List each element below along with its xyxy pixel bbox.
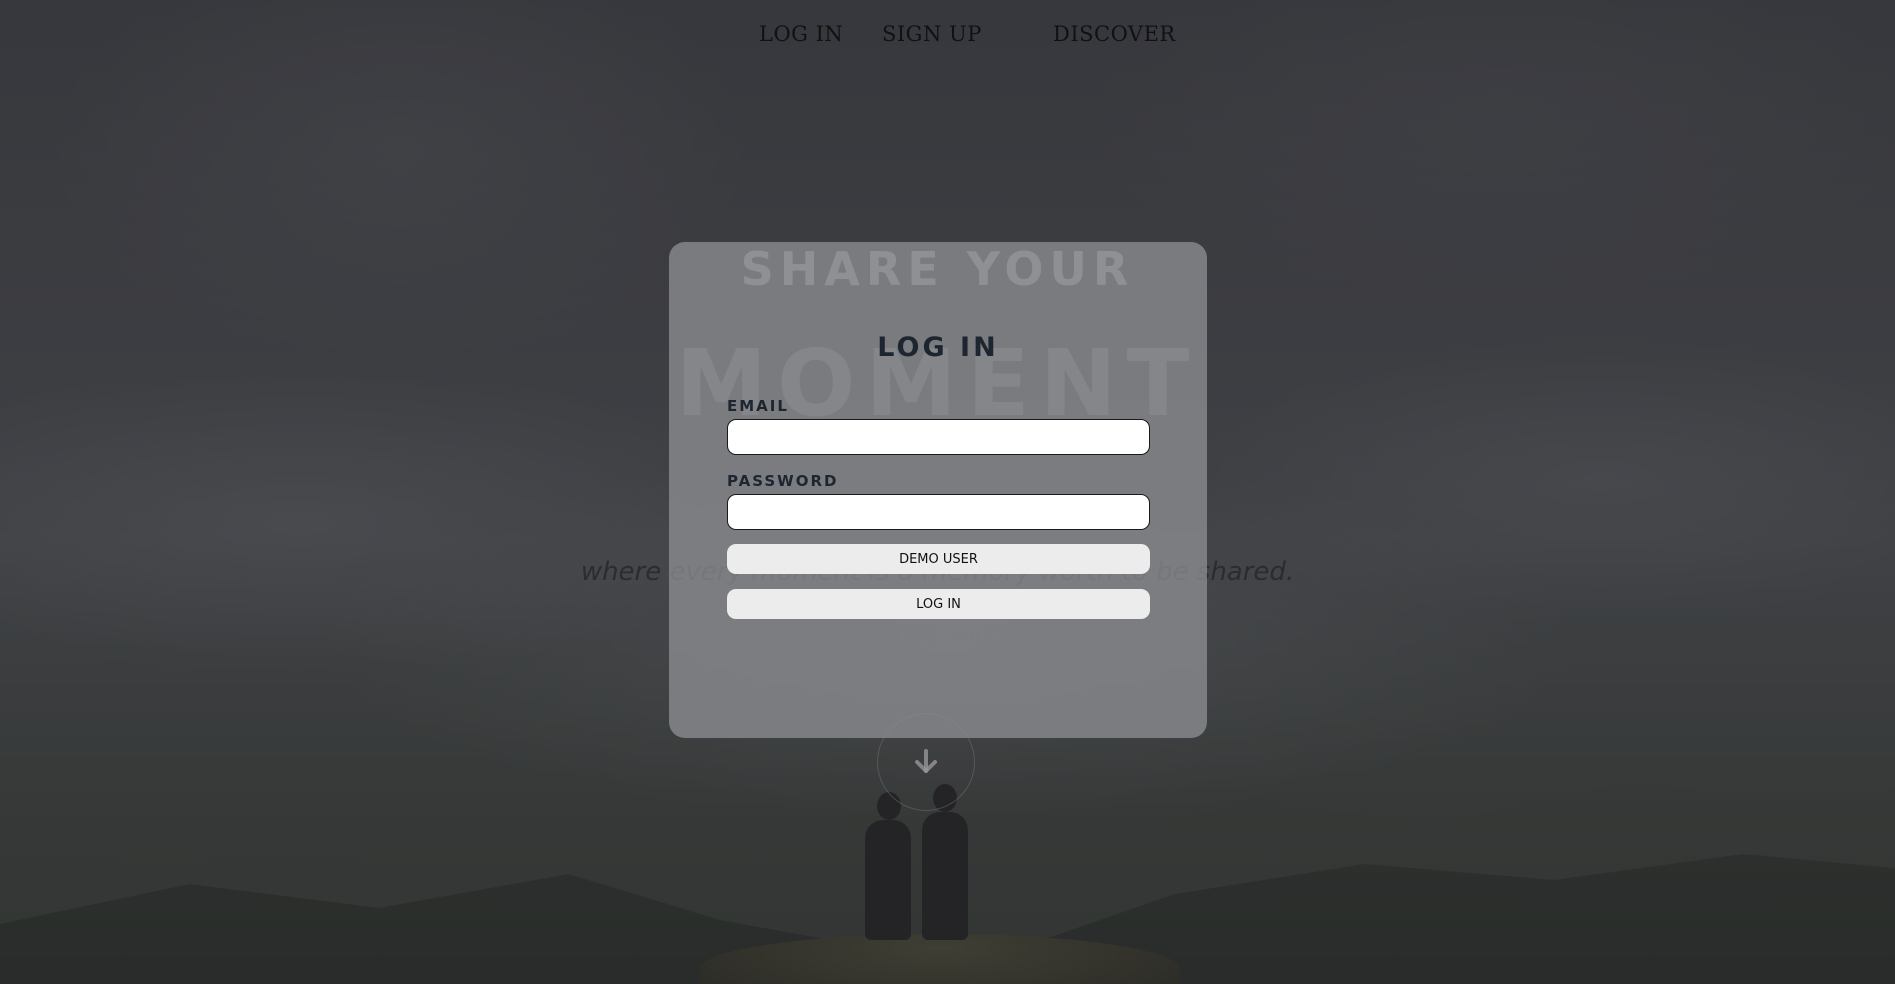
modal-title: LOG IN xyxy=(877,332,999,363)
landing-page: LOG IN SIGN UP DISCOVER SHARE YOUR MOMEN… xyxy=(0,0,1895,984)
arrow-down-icon xyxy=(915,749,937,773)
login-modal: LOG IN EMAIL PASSWORD DEMO USER LOG IN xyxy=(669,242,1207,738)
nav-discover-link[interactable]: DISCOVER xyxy=(1053,22,1176,46)
password-label: PASSWORD xyxy=(727,472,839,490)
demo-user-button[interactable]: DEMO USER xyxy=(727,544,1150,574)
password-field[interactable] xyxy=(727,494,1150,530)
top-nav: LOG IN SIGN UP DISCOVER xyxy=(0,22,1895,52)
login-submit-button[interactable]: LOG IN xyxy=(727,589,1150,619)
email-field[interactable] xyxy=(727,419,1150,455)
nav-signup-link[interactable]: SIGN UP xyxy=(882,22,982,46)
email-label: EMAIL xyxy=(727,397,789,415)
nav-login-link[interactable]: LOG IN xyxy=(759,22,843,46)
